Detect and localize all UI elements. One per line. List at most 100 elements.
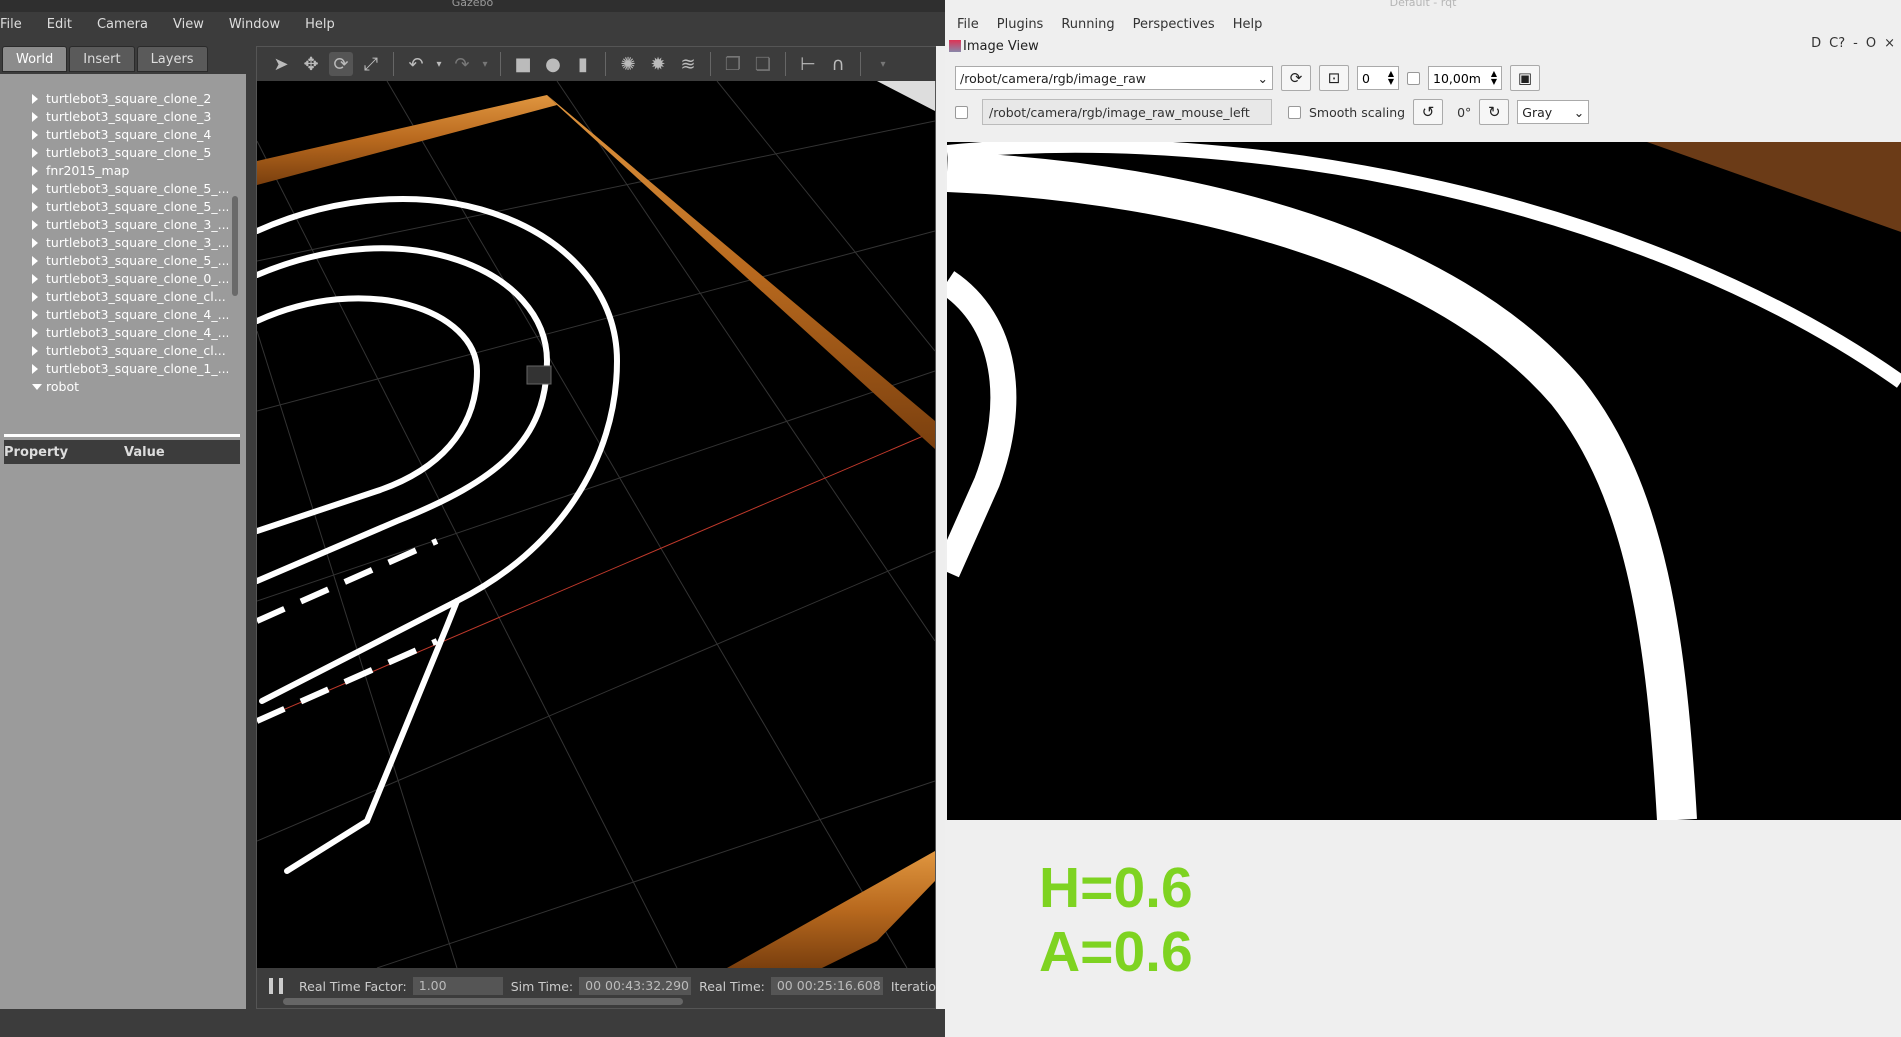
- copy-icon[interactable]: ❐: [721, 52, 745, 76]
- max-distance-spinbox[interactable]: 10,00m ▲ ▼: [1428, 66, 1502, 90]
- undo-icon[interactable]: ↶: [404, 52, 428, 76]
- spot-light-icon[interactable]: ✹: [646, 52, 670, 76]
- sphere-shape-icon[interactable]: ●: [541, 52, 565, 76]
- cylinder-shape-icon[interactable]: ▮: [571, 52, 595, 76]
- publish-click-checkbox[interactable]: [955, 105, 968, 119]
- paste-icon[interactable]: ❏: [751, 52, 775, 76]
- value-column-header: Value: [124, 444, 165, 460]
- zoom-1-button[interactable]: ⊡: [1319, 65, 1349, 91]
- rqt-menu-plugins[interactable]: Plugins: [997, 17, 1044, 32]
- dock-reload-help-button[interactable]: C?: [1829, 36, 1845, 51]
- refresh-topics-button[interactable]: ⟳: [1281, 65, 1311, 91]
- toolbar-more-icon[interactable]: ▾: [871, 52, 895, 76]
- tab-insert[interactable]: Insert: [69, 46, 135, 72]
- expand-arrow-icon[interactable]: [32, 94, 38, 104]
- tree-item[interactable]: turtlebot3_square_clone_cl...: [0, 288, 228, 306]
- gz-menu-help[interactable]: Help: [305, 17, 346, 32]
- spin-arrows-icon[interactable]: ▲ ▼: [1491, 70, 1497, 86]
- tree-item[interactable]: turtlebot3_square_clone_5: [0, 144, 228, 162]
- tree-item[interactable]: turtlebot3_square_clone_cl...: [0, 342, 228, 360]
- tree-item[interactable]: turtlebot3_square_clone_5_...: [0, 198, 228, 216]
- expand-arrow-icon[interactable]: [32, 292, 38, 302]
- gazebo-tabs: World Insert Layers: [0, 46, 246, 74]
- snap-magnet-icon[interactable]: ∩: [826, 52, 850, 76]
- undo-dropdown-icon[interactable]: ▾: [434, 52, 444, 76]
- gz-menu-view[interactable]: View: [173, 17, 215, 32]
- translate-icon[interactable]: ✥: [299, 52, 323, 76]
- rotate-right-button[interactable]: ↻: [1479, 99, 1510, 125]
- point-light-icon[interactable]: ✺: [616, 52, 640, 76]
- rqt-menu-file[interactable]: File: [957, 17, 979, 32]
- expand-arrow-icon[interactable]: [32, 310, 38, 320]
- align-icon[interactable]: ⊢: [796, 52, 820, 76]
- expand-arrow-icon[interactable]: [32, 220, 38, 230]
- number-spinbox[interactable]: 0 ▲ ▼: [1357, 66, 1399, 90]
- robot-model[interactable]: [526, 365, 552, 385]
- redo-icon[interactable]: ↷: [450, 52, 474, 76]
- dock-close-button[interactable]: ×: [1884, 36, 1895, 51]
- select-arrow-icon[interactable]: ➤: [269, 52, 293, 76]
- rqt-menu-running[interactable]: Running: [1061, 17, 1114, 32]
- collapse-arrow-icon[interactable]: [32, 384, 42, 390]
- expand-arrow-icon[interactable]: [32, 364, 38, 374]
- tab-world[interactable]: World: [2, 46, 68, 72]
- rotate-left-button[interactable]: ↺: [1413, 99, 1444, 125]
- tree-item[interactable]: turtlebot3_square_clone_4_...: [0, 306, 228, 324]
- dynamic-range-checkbox[interactable]: [1407, 71, 1420, 85]
- gz-menu-camera[interactable]: Camera: [97, 17, 159, 32]
- tree-item[interactable]: turtlebot3_square_clone_5_...: [0, 252, 228, 270]
- gz-menu-window[interactable]: Window: [229, 17, 291, 32]
- tree-item[interactable]: turtlebot3_square_clone_2: [0, 90, 228, 108]
- expand-arrow-icon[interactable]: [32, 166, 38, 176]
- spin-arrows-icon[interactable]: ▲ ▼: [1388, 70, 1394, 86]
- status-scrollbar[interactable]: [283, 998, 683, 1005]
- redo-dropdown-icon[interactable]: ▾: [480, 52, 490, 76]
- tree-item[interactable]: turtlebot3_square_clone_4_...: [0, 324, 228, 342]
- property-column-header: Property: [4, 444, 69, 460]
- directional-light-icon[interactable]: ≋: [676, 52, 700, 76]
- tab-layers[interactable]: Layers: [136, 46, 208, 72]
- tree-item[interactable]: fnr2015_map: [0, 162, 228, 180]
- expand-arrow-icon[interactable]: [32, 274, 38, 284]
- tree-item[interactable]: turtlebot3_square_clone_3_...: [0, 234, 228, 252]
- tree-item[interactable]: turtlebot3_square_clone_0_...: [0, 270, 228, 288]
- smooth-scaling-checkbox[interactable]: [1288, 105, 1301, 119]
- expand-arrow-icon[interactable]: [32, 112, 38, 122]
- expand-arrow-icon[interactable]: [32, 346, 38, 356]
- color-scheme-select[interactable]: Gray ⌄: [1517, 100, 1590, 124]
- dock-minimize-button[interactable]: -: [1853, 36, 1858, 51]
- dock-float-button[interactable]: O: [1866, 36, 1876, 51]
- tree-item-robot[interactable]: robot: [0, 378, 228, 396]
- tree-item[interactable]: turtlebot3_square_clone_5_...: [0, 180, 228, 198]
- expand-arrow-icon[interactable]: [32, 202, 38, 212]
- tree-item[interactable]: turtlebot3_square_clone_3_...: [0, 216, 228, 234]
- expand-arrow-icon[interactable]: [32, 238, 38, 248]
- expand-arrow-icon[interactable]: [32, 184, 38, 194]
- expand-arrow-icon[interactable]: [32, 328, 38, 338]
- tree-scrollbar[interactable]: [232, 196, 238, 296]
- gz-menu-file[interactable]: File: [0, 17, 33, 32]
- topic-select[interactable]: /robot/camera/rgb/image_raw ⌄: [955, 66, 1273, 90]
- tree-item[interactable]: turtlebot3_square_clone_4: [0, 126, 228, 144]
- expand-arrow-icon[interactable]: [32, 130, 38, 140]
- gazebo-window: Gazebo File Edit Camera View Window Help…: [0, 0, 945, 1037]
- expand-arrow-icon[interactable]: [32, 148, 38, 158]
- tree-item[interactable]: turtlebot3_square_clone_3: [0, 108, 228, 126]
- panel-divider[interactable]: [4, 434, 240, 437]
- box-shape-icon[interactable]: ■: [511, 52, 535, 76]
- mouse-topic-field[interactable]: /robot/camera/rgb/image_raw_mouse_left: [982, 99, 1272, 125]
- save-image-button[interactable]: ▣: [1510, 65, 1540, 91]
- scale-icon[interactable]: ⤢: [359, 52, 383, 76]
- expand-arrow-icon[interactable]: [32, 256, 38, 266]
- rqt-menu-perspectives[interactable]: Perspectives: [1133, 17, 1215, 32]
- dock-d-button[interactable]: D: [1811, 36, 1821, 51]
- rotate-icon[interactable]: ⟳: [329, 52, 353, 76]
- tree-item[interactable]: turtlebot3_square_clone_1_...: [0, 360, 228, 378]
- rqt-menu-help[interactable]: Help: [1233, 17, 1263, 32]
- zoom-1-icon: ⊡: [1327, 69, 1341, 87]
- pause-icon[interactable]: [269, 978, 283, 994]
- camera-image[interactable]: [947, 142, 1901, 820]
- splitter[interactable]: [246, 46, 256, 1009]
- gz-menu-edit[interactable]: Edit: [47, 17, 83, 32]
- scene-viewport[interactable]: [257, 81, 935, 968]
